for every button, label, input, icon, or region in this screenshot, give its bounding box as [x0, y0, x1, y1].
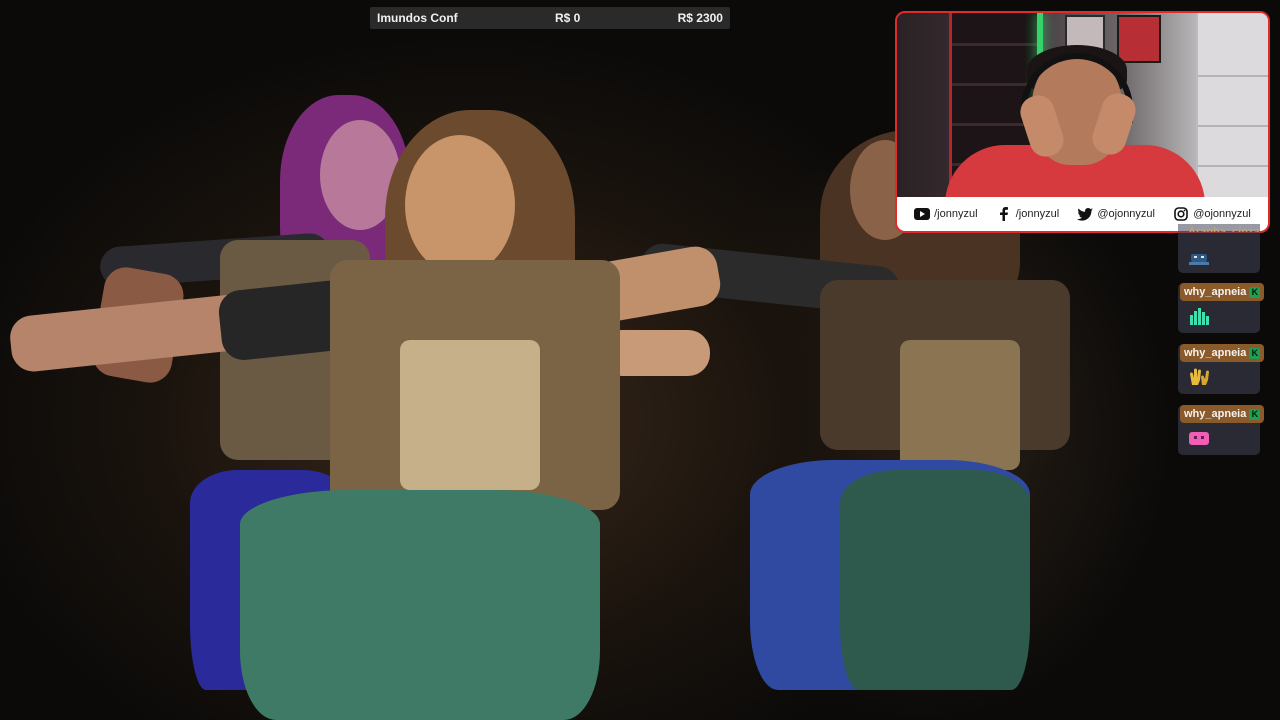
pink-face-emote [1188, 429, 1210, 447]
chat-message: why_apneia K [1178, 283, 1265, 333]
stats-label: Imundos Conf [377, 11, 458, 25]
kick-badge-icon: K [1249, 408, 1261, 420]
stats-bar: Imundos Conf R$ 0 R$ 2300 [370, 7, 730, 29]
chat-username: why_apneia [1184, 286, 1247, 298]
chat-message-partial: Aranha_cinza [1178, 224, 1260, 273]
green-bars-emote [1188, 307, 1210, 325]
chat-message: why_apneia K [1178, 405, 1265, 455]
facebook-icon [996, 207, 1012, 221]
robot-emote [1188, 250, 1210, 268]
twitter-handle: @ojonnyzul [1097, 208, 1155, 220]
social-instagram: @ojonnyzul [1173, 207, 1251, 221]
kick-badge-icon: K [1249, 347, 1261, 359]
instagram-icon [1173, 207, 1189, 221]
stats-right-value: R$ 2300 [677, 11, 723, 25]
stats-left-value: R$ 0 [554, 11, 581, 25]
youtube-handle: /jonnyzul [934, 208, 978, 220]
chat-username: why_apneia [1184, 408, 1247, 420]
webcam-video [897, 13, 1268, 199]
chat-username: Aranha_cinza [1188, 226, 1260, 238]
webcam-overlay: /jonnyzul /jonnyzul @ojonnyzul @ojonnyzu… [895, 11, 1270, 233]
youtube-icon [914, 207, 931, 221]
chat-message: why_apneia K [1178, 344, 1265, 394]
kick-badge-icon: K [1249, 286, 1261, 298]
chat-username-tag[interactable]: why_apneia K [1180, 344, 1265, 362]
chat-username-tag[interactable]: why_apneia K [1180, 405, 1265, 423]
social-youtube: /jonnyzul [914, 207, 978, 221]
facebook-handle: /jonnyzul [1015, 208, 1060, 220]
twitter-icon [1077, 207, 1094, 221]
instagram-handle: @ojonnyzul [1193, 208, 1251, 220]
chat-username: why_apneia [1184, 347, 1247, 359]
chat-username-tag[interactable]: why_apneia K [1180, 283, 1265, 301]
social-facebook: /jonnyzul [996, 207, 1059, 221]
wall-picture-red [1117, 15, 1161, 63]
cabinet [1196, 13, 1268, 199]
hands-emote [1188, 368, 1210, 386]
social-twitter: @ojonnyzul [1077, 207, 1155, 221]
